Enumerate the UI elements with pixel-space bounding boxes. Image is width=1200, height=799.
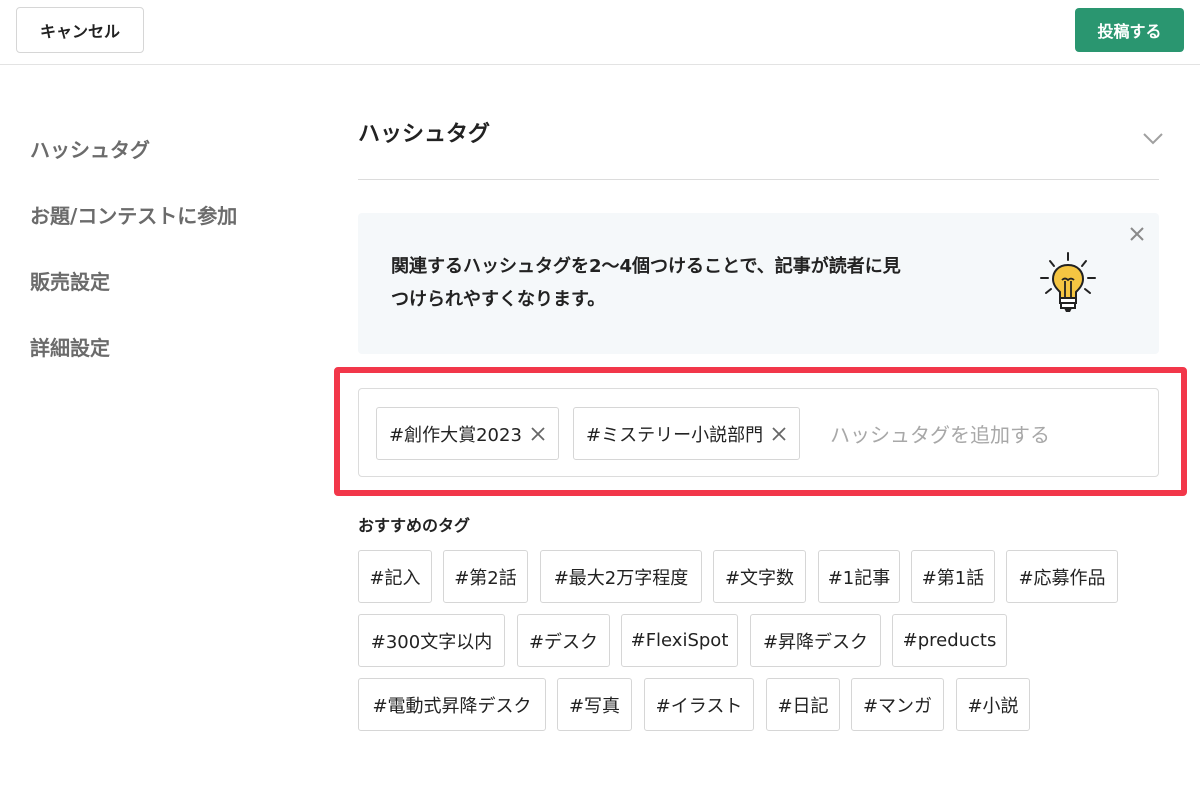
tag-chip-label: #ミステリー小説部門 — [586, 424, 764, 446]
hashtag-input-box[interactable]: #創作大賞2023 #ミステリー小説部門 ハッシュタグを追加する — [358, 388, 1159, 477]
recommended-tag[interactable]: #応募作品 — [1006, 550, 1118, 603]
recommended-tags-title: おすすめのタグ — [358, 516, 471, 535]
sidebar-item-hashtag[interactable]: ハッシュタグ — [30, 115, 330, 181]
recommended-tag[interactable]: #マンガ — [851, 678, 944, 731]
settings-sidebar: ハッシュタグ お題/コンテストに参加 販売設定 詳細設定 — [30, 115, 330, 379]
chevron-down-icon[interactable] — [1139, 124, 1167, 152]
recommended-tag[interactable]: #小説 — [956, 678, 1030, 731]
recommended-tag[interactable]: #イラスト — [644, 678, 754, 731]
top-bar: キャンセル 投稿する — [0, 0, 1200, 65]
recommended-tag[interactable]: #昇降デスク — [750, 614, 881, 667]
section-title: ハッシュタグ — [358, 122, 491, 147]
section-divider — [358, 179, 1159, 180]
recommended-tag[interactable]: #文字数 — [713, 550, 806, 603]
sidebar-item-contest[interactable]: お題/コンテストに参加 — [30, 181, 330, 247]
tag-chip: #ミステリー小説部門 — [573, 407, 801, 460]
recommended-tag[interactable]: #デスク — [517, 614, 610, 667]
recommended-tag[interactable]: #300文字以内 — [358, 614, 505, 667]
hashtag-input-placeholder[interactable]: ハッシュタグを追加する — [830, 419, 1050, 448]
recommended-tag[interactable]: #第2話 — [443, 550, 528, 603]
sidebar-item-details[interactable]: 詳細設定 — [30, 313, 330, 379]
recommended-tag[interactable]: #写真 — [557, 678, 632, 731]
recommended-tag[interactable]: #FlexiSpot — [621, 614, 738, 667]
submit-button[interactable]: 投稿する — [1075, 8, 1184, 52]
recommended-tag[interactable]: #第1話 — [911, 550, 995, 603]
recommended-tag[interactable]: #preducts — [892, 614, 1007, 667]
hashtag-tip-box: 関連するハッシュタグを2〜4個つけることで、記事が読者に見 つけられやすくなりま… — [358, 213, 1159, 354]
remove-tag-icon[interactable] — [530, 426, 546, 442]
tag-chip-label: #創作大賞2023 — [389, 424, 522, 446]
close-icon[interactable] — [1126, 223, 1148, 245]
cancel-button[interactable]: キャンセル — [16, 7, 144, 53]
tag-chip: #創作大賞2023 — [376, 407, 559, 460]
lightbulb-icon — [1040, 252, 1096, 312]
tip-line-2: つけられやすくなります。 — [391, 289, 606, 310]
recommended-tag[interactable]: #日記 — [766, 678, 840, 731]
sidebar-item-sales[interactable]: 販売設定 — [30, 247, 330, 313]
tip-line-1: 関連するハッシュタグを2〜4個つけることで、記事が読者に見 — [391, 256, 901, 277]
recommended-tag[interactable]: #記入 — [358, 550, 432, 603]
recommended-tag[interactable]: #電動式昇降デスク — [358, 678, 546, 731]
recommended-tag[interactable]: #最大2万字程度 — [540, 550, 702, 603]
tip-text: 関連するハッシュタグを2〜4個つけることで、記事が読者に見 つけられやすくなりま… — [391, 250, 1026, 316]
remove-tag-icon[interactable] — [771, 426, 787, 442]
recommended-tag[interactable]: #1記事 — [818, 550, 900, 603]
